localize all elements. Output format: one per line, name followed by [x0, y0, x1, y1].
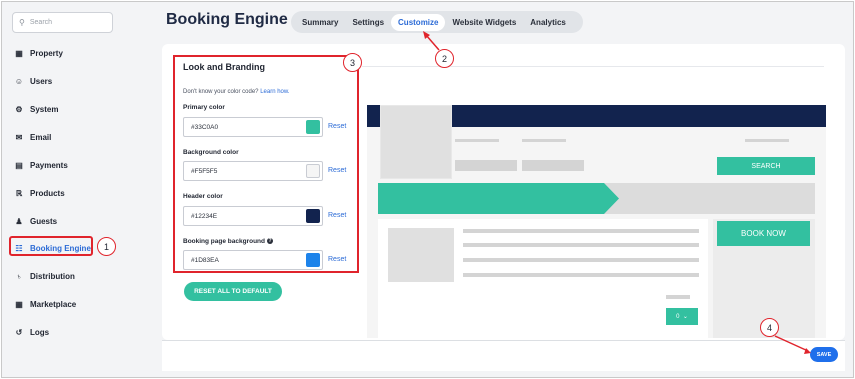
color-swatch[interactable] — [306, 120, 320, 134]
reset-header-color[interactable]: Reset — [328, 212, 346, 219]
reset-booking-page-background[interactable]: Reset — [328, 256, 346, 263]
search-placeholder: Search — [29, 19, 53, 26]
sidebar-item-label: Email — [30, 132, 52, 142]
search-icon: ⚲ — [19, 18, 25, 27]
background-color-label: Background color — [183, 149, 239, 156]
preview-input-placeholder — [455, 160, 517, 171]
header-color-field[interactable]: #12234E — [183, 206, 323, 226]
footer-bar — [162, 340, 845, 371]
preview-line — [666, 295, 690, 299]
tab-customize[interactable]: Customize — [391, 13, 446, 31]
user-circle-icon: ☺ — [14, 76, 24, 86]
sidebar-item-label: Guests — [30, 216, 58, 226]
sidebar-item-products[interactable]: ℝ Products — [14, 185, 65, 201]
reset-primary-color[interactable]: Reset — [328, 123, 346, 130]
sidebar: ⚲ Search ▦ Property ☺ Users ⚙ System ✉ E… — [2, 2, 157, 377]
chevron-down-icon: ⌄ — [682, 314, 688, 320]
person-icon: ♟ — [15, 216, 23, 226]
callout-3: 3 — [343, 53, 362, 72]
help-circle-icon[interactable]: ? — [266, 238, 273, 245]
building-icon: ▦ — [15, 48, 23, 58]
sidebar-item-email[interactable]: ✉ Email — [14, 129, 52, 145]
sidebar-item-label: System — [30, 104, 59, 114]
learn-how-link[interactable]: Learn how. — [260, 89, 289, 95]
header-color-label: Header color — [183, 193, 223, 200]
preview-line — [463, 229, 699, 233]
sidebar-item-payments[interactable]: ▤ Payments — [14, 157, 68, 173]
sidebar-item-label: Property — [30, 48, 63, 58]
sidebar-item-logs[interactable]: ↺ Logs — [14, 324, 49, 340]
network-icon: ♄ — [16, 271, 22, 281]
highlight-booking-engine — [9, 236, 93, 256]
primary-color-label: Primary color — [183, 104, 225, 111]
callout-2: 2 — [435, 49, 454, 68]
callout-4: 4 — [760, 318, 779, 337]
sidebar-item-marketplace[interactable]: ▦ Marketplace — [14, 296, 76, 312]
sidebar-item-label: Products — [30, 188, 65, 198]
preview-line — [463, 258, 699, 262]
preview-logo-placeholder — [380, 105, 452, 179]
reset-all-button[interactable]: RESET ALL TO DEFAULT — [184, 282, 282, 301]
credit-card-icon: ▤ — [15, 160, 23, 170]
save-button[interactable]: SAVE — [810, 347, 838, 362]
help-text: Don't know your color code? — [183, 89, 259, 95]
field-value: #1D83EA — [191, 256, 219, 264]
booking-page-background-label: Booking page background? — [183, 238, 273, 245]
preview-search-button: SEARCH — [717, 157, 815, 175]
field-label-text: Booking page background — [183, 238, 265, 245]
sidebar-item-distribution[interactable]: ♄ Distribution — [14, 268, 75, 284]
sidebar-item-label: Payments — [30, 160, 68, 170]
qty-value: 0 — [676, 313, 680, 320]
color-swatch[interactable] — [306, 164, 320, 178]
sidebar-item-label: Distribution — [30, 271, 75, 281]
tab-summary[interactable]: Summary — [295, 14, 345, 31]
field-value: #12234E — [191, 212, 218, 220]
background-color-field[interactable]: #F5F5F5 — [183, 161, 323, 181]
preview-line — [463, 273, 699, 277]
preview-input-placeholder — [522, 160, 584, 171]
reset-background-color[interactable]: Reset — [328, 167, 346, 174]
preview-line — [522, 139, 566, 142]
tab-analytics[interactable]: Analytics — [523, 14, 573, 31]
preview-line — [745, 139, 789, 142]
color-swatch[interactable] — [306, 253, 320, 267]
sidebar-item-users[interactable]: ☺ Users — [14, 73, 52, 89]
sidebar-item-label: Users — [30, 76, 53, 86]
cart-icon: ℝ — [15, 188, 23, 198]
booking-page-background-field[interactable]: #1D83EA — [183, 250, 323, 270]
preview-qty-select: 0 ⌄ — [666, 308, 698, 325]
branding-help-text: Don't know your color code? Learn how. — [183, 89, 290, 95]
sidebar-item-system[interactable]: ⚙ System — [14, 101, 58, 117]
preview-book-now-button: BOOK NOW — [717, 221, 810, 246]
field-value: #33C0A0 — [191, 123, 219, 131]
sidebar-item-label: Marketplace — [30, 299, 77, 309]
field-value: #F5F5F5 — [191, 167, 218, 175]
sidebar-item-label: Logs — [30, 327, 50, 337]
preview-room-image — [388, 228, 454, 282]
tab-bar: Summary Settings Customize Website Widge… — [291, 11, 583, 33]
sidebar-item-guests[interactable]: ♟ Guests — [14, 213, 57, 229]
search-input[interactable]: ⚲ Search — [12, 12, 113, 33]
history-icon: ↺ — [15, 327, 23, 337]
primary-color-field[interactable]: #33C0A0 — [183, 117, 323, 137]
preview-line — [455, 139, 499, 142]
sidebar-item-property[interactable]: ▦ Property — [14, 45, 63, 61]
callout-1: 1 — [97, 237, 116, 256]
tab-website-widgets[interactable]: Website Widgets — [445, 14, 523, 31]
banner-arrow — [378, 183, 619, 214]
gear-icon: ⚙ — [15, 104, 23, 114]
tab-settings[interactable]: Settings — [345, 14, 391, 31]
branding-title: Look and Branding — [183, 62, 265, 72]
color-swatch[interactable] — [306, 209, 320, 223]
preview-line — [463, 243, 699, 247]
apps-icon: ▦ — [15, 299, 23, 309]
divider — [362, 66, 824, 67]
preview-progress-banner — [378, 183, 815, 214]
page-title: Booking Engine — [166, 11, 288, 28]
envelope-icon: ✉ — [15, 132, 23, 142]
